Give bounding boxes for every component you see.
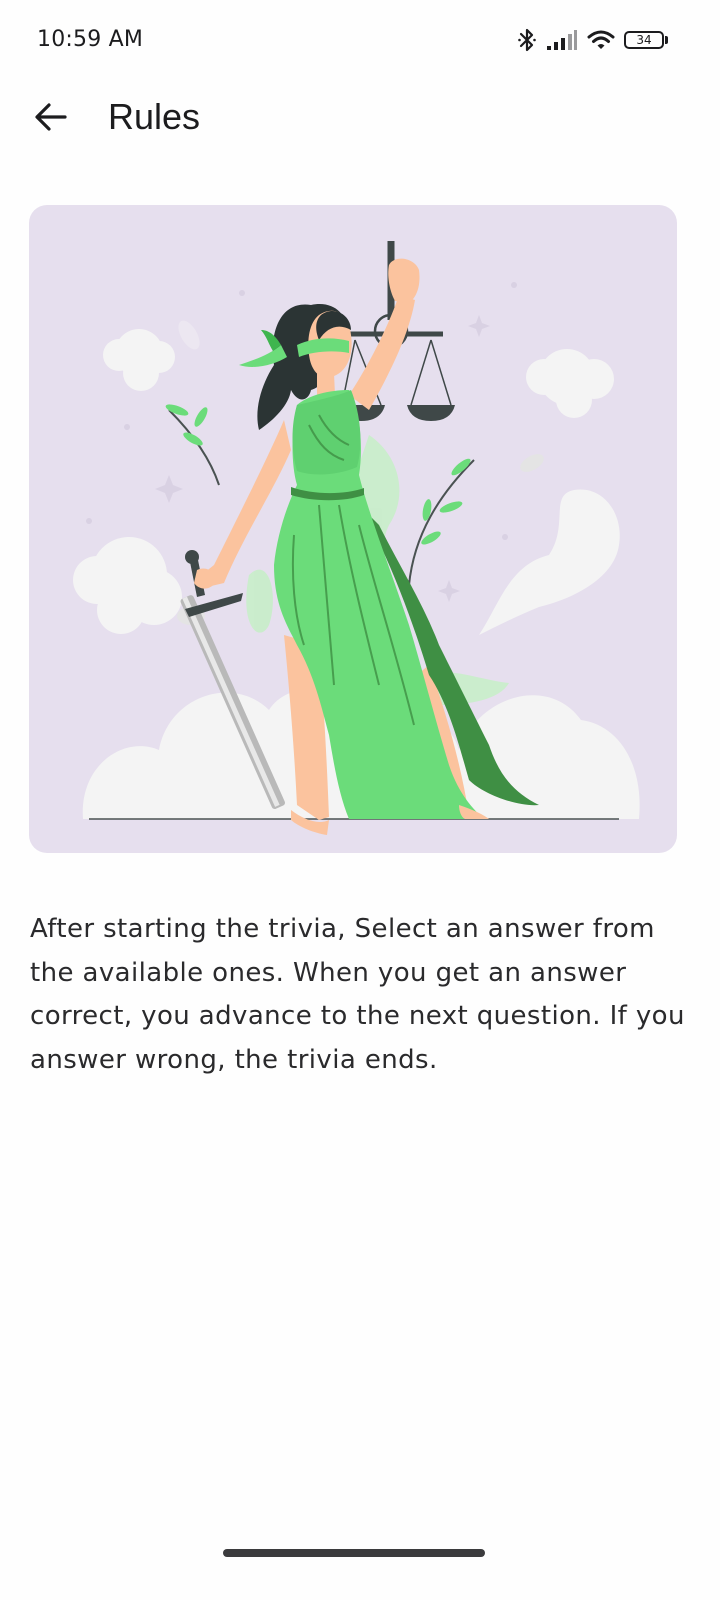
bluetooth-icon [517, 27, 537, 53]
app-bar: Rules [0, 80, 720, 162]
hero-card [29, 205, 677, 853]
status-time: 10:59 AM [37, 27, 144, 52]
home-indicator[interactable] [223, 1549, 485, 1557]
lady-justice-illustration [73, 241, 640, 835]
signal-icon [546, 29, 578, 51]
page-title: Rules [108, 96, 201, 137]
status-icons: 34 [517, 24, 668, 56]
battery-level: 34 [624, 31, 664, 49]
wifi-icon [587, 29, 615, 51]
rules-text: After starting the trivia, Select an ans… [30, 914, 685, 1075]
status-bar: 10:59 AM 34 [0, 0, 720, 80]
back-button[interactable] [24, 92, 78, 146]
battery-icon: 34 [624, 31, 668, 49]
arrow-left-icon [34, 102, 68, 136]
